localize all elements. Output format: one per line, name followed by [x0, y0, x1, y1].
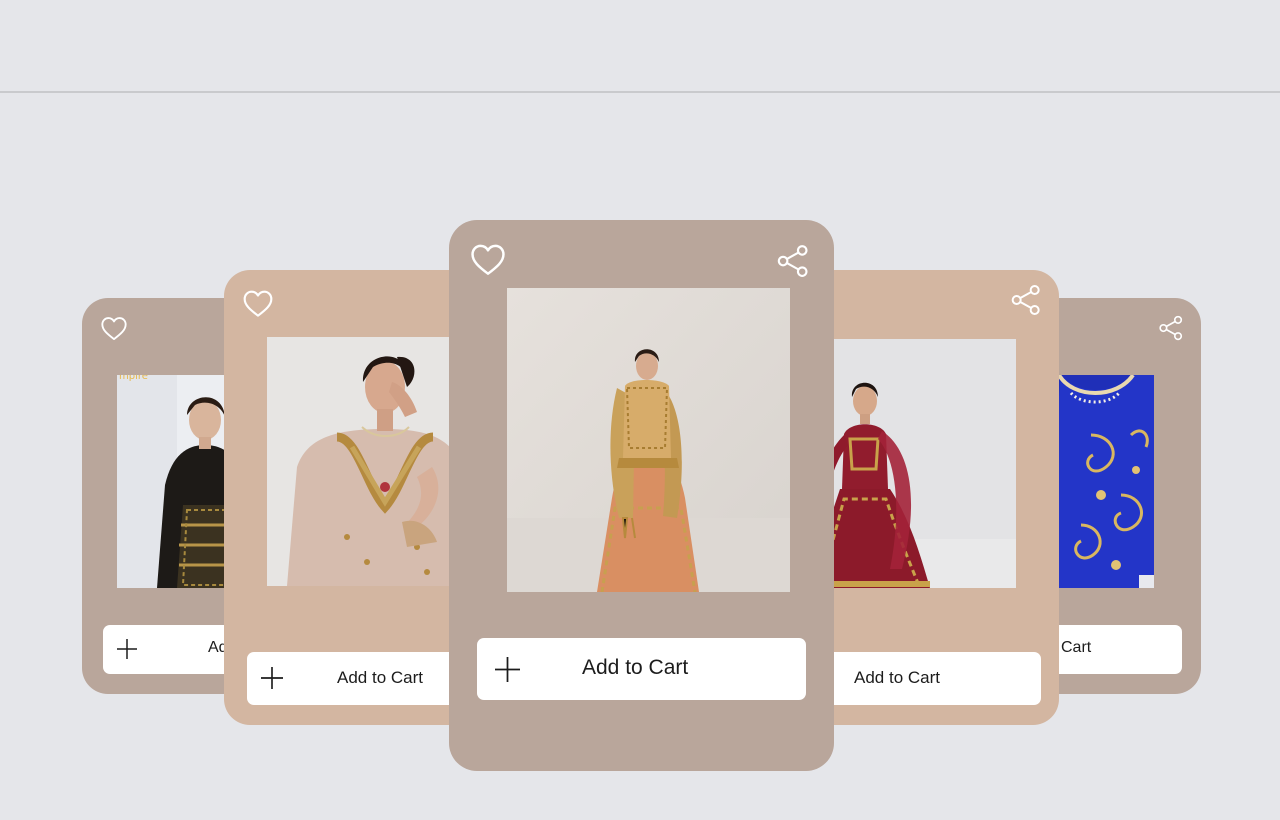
share-icon[interactable] [776, 244, 810, 278]
top-bar [0, 0, 1280, 93]
plus-icon [117, 639, 137, 659]
add-to-cart-button[interactable]: Add to Cart [477, 638, 806, 700]
product-card-center[interactable]: Add to Cart [449, 220, 834, 771]
add-to-cart-label: Add to Cart [337, 668, 423, 687]
share-icon[interactable] [1010, 284, 1042, 316]
plus-icon [261, 667, 283, 689]
svg-text:mpire: mpire [119, 375, 148, 382]
plus-icon [495, 657, 520, 682]
heart-icon[interactable] [100, 315, 128, 341]
share-icon[interactable] [1158, 315, 1184, 341]
add-to-cart-button[interactable]: Add to Cart [800, 652, 1041, 705]
product-photo[interactable] [507, 288, 790, 592]
product-carousel-stage: mpire Add Cart Add to Cart Add to Cart A… [0, 0, 1280, 820]
heart-icon[interactable] [469, 242, 507, 276]
add-to-cart-label: Add to Cart [854, 668, 940, 687]
add-to-cart-label: Add to Cart [582, 656, 689, 679]
add-to-cart-label: Cart [1061, 639, 1092, 656]
heart-icon[interactable] [242, 288, 274, 318]
